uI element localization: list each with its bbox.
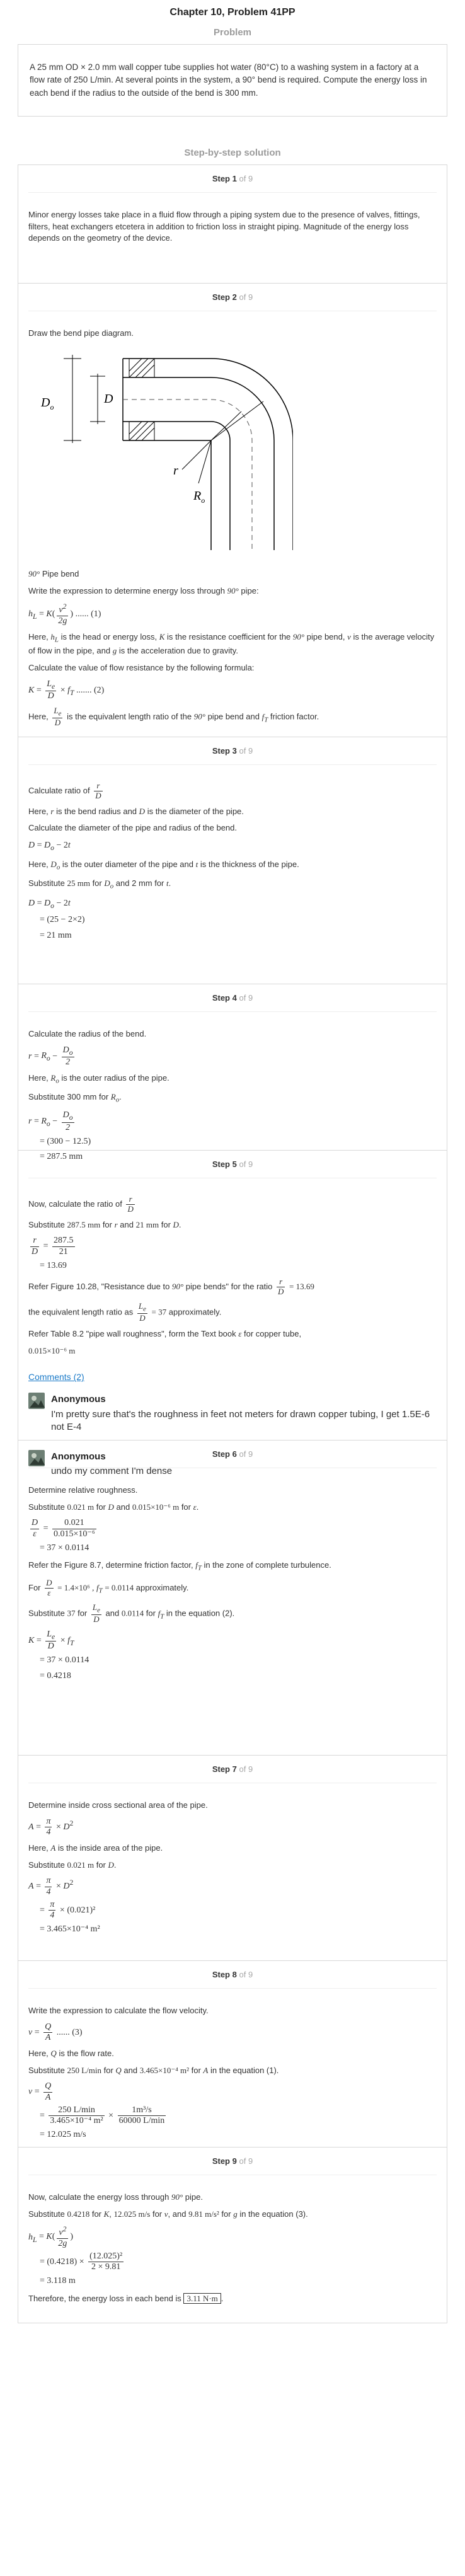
step-4-eq-1: r = Ro − Do 2: [28, 1045, 74, 1067]
step-6: Step 6 of 9 Determine relative roughness…: [18, 1439, 447, 1755]
svg-text:Ro: Ro: [193, 489, 205, 505]
step-5-line-1: Now, calculate the ratio of rD: [28, 1193, 135, 1214]
final-answer-line: Therefore, the energy loss in each bend …: [28, 2292, 224, 2304]
step-6-line-2: Substitute 0.021 m for D and 0.015×10⁻⁶ …: [28, 1502, 199, 1512]
step-3-line-5: Substitute 25 mm for Do and 2 mm for t.: [28, 878, 171, 890]
step-4-line-2: Here, Ro is the outer radius of the pipe…: [28, 1072, 169, 1085]
comment-author: Anonymous: [51, 1451, 106, 1462]
problem-heading: Problem: [213, 27, 251, 38]
step-header: Step 2 of 9: [28, 284, 437, 311]
svg-text:Do: Do: [40, 396, 54, 411]
step-4-line-1: Calculate the radius of the bend.: [28, 1028, 147, 1038]
chapter-title: Chapter 10, Problem 41PP: [169, 7, 296, 18]
step-1: Step 1 of 9 Minor energy losses take pla…: [18, 164, 447, 283]
step-1-text: Minor energy losses take place in a flui…: [28, 209, 420, 243]
comment-text: I'm pretty sure that's the roughness in …: [51, 1409, 430, 1433]
step-3: Step 3 of 9 Calculate ratio of rD Here, …: [18, 736, 447, 984]
diagram-caption: 90° Pipe bend: [28, 569, 79, 579]
step-4-line-3: Substitute 300 mm for Ro.: [28, 1092, 122, 1104]
step-header: Step 4 of 9: [28, 984, 437, 1012]
avatar-icon: [28, 1449, 45, 1466]
step-8-line-3: Substitute 250 L/min for Q and 3.465×10⁻…: [28, 2065, 279, 2075]
equation-1: hL = K(v2 2g) ...... (1): [28, 602, 101, 626]
step-8-line-2: Here, Q is the flow rate.: [28, 2048, 114, 2058]
step-9: Step 9 of 9 Now, calculate the energy lo…: [18, 2146, 447, 2323]
step-7-eq-2: A = π4 × D2: [28, 1876, 74, 1897]
step-5-line-2: Substitute 287.5 mm for r and 21 mm for …: [28, 1219, 181, 1229]
step-2-line-1: Write the expression to determine energy…: [28, 586, 259, 596]
comment: Anonymous I'm pretty sure that's the rou…: [28, 1393, 437, 1441]
step-header: Step 8 of 9: [28, 1961, 437, 1989]
step-2-line-2: Here, hL is the head or energy loss, K i…: [28, 631, 435, 656]
step-6-line-5: Substitute 37 for Le D and 0.0114 for fT …: [28, 1602, 235, 1624]
steps-list: Step 1 of 9 Minor energy losses take pla…: [18, 164, 447, 2323]
step-5-eq-1: rD = 287.5 21: [30, 1236, 75, 1256]
step-2-intro: Draw the bend pipe diagram.: [28, 328, 134, 338]
comments-link[interactable]: Comments (2): [28, 1371, 84, 1383]
step-3-line-3: Calculate the diameter of the pipe and r…: [28, 823, 237, 833]
step-8: Step 8 of 9 Write the expression to calc…: [18, 1960, 447, 2147]
step-2: Step 2 of 9 Draw the bend pipe diagram. …: [18, 282, 447, 737]
step-3-line-1: Calculate ratio of rD: [28, 780, 103, 800]
step-8-line-1: Write the expression to calculate the fl…: [28, 2005, 209, 2015]
step-9-line-2: Substitute 0.4218 for K, 12.025 m/s for …: [28, 2209, 308, 2219]
problem-statement: A 25 mm OD × 2.0 mm wall copper tube sup…: [18, 44, 447, 117]
equation-3: v = QA ...... (3): [28, 2021, 83, 2042]
step-6-eq-1: Dε = 0.021 0.015×10⁻⁶: [30, 1518, 96, 1539]
step-7-line-3: Substitute 0.021 m for D.: [28, 1860, 117, 1870]
svg-text:r: r: [173, 464, 178, 478]
step-6-line-3: Refer the Figure 8.7, determine friction…: [28, 1560, 331, 1572]
step-5-line-6: 0.015×10⁻⁶ m: [28, 1345, 76, 1355]
step-6-line-4: For Dε = 1.4×10⁶ , fT = 0.0114 approxima…: [28, 1578, 189, 1598]
step-7-eq-1: A = π4 × D2: [28, 1816, 74, 1837]
step-2-line-3: Calculate the value of flow resistance b…: [28, 663, 255, 673]
step-header: Step 7 of 9: [28, 1756, 437, 1783]
step-3-eq-2: D = Do − 2t: [28, 898, 71, 910]
step-3-line-2: Here, r is the bend radius and D is the …: [28, 806, 244, 816]
step-3-line-4: Here, Do is the outer diameter of the pi…: [28, 860, 299, 871]
comment-author: Anonymous: [51, 1394, 106, 1405]
problem-text: A 25 mm OD × 2.0 mm wall copper tube sup…: [30, 62, 427, 98]
step-header: Step 1 of 9: [28, 165, 437, 193]
step-5-line-3: Refer Figure 10.28, "Resistance due to 9…: [28, 1276, 314, 1296]
svg-text:D: D: [103, 392, 113, 406]
step-9-eq-1: hL = K(v2 2g): [28, 2225, 74, 2249]
avatar-icon: [28, 1393, 45, 1410]
comment-text: undo my comment I'm dense: [51, 1466, 173, 1477]
step-7-line-1: Determine inside cross sectional area of…: [28, 1800, 208, 1810]
step-4: Step 4 of 9 Calculate the radius of the …: [18, 983, 447, 1161]
equation-2: K = Le D × fT ....... (2): [28, 679, 105, 701]
step-header: Step 9 of 9: [28, 2148, 437, 2175]
step-8-eq-2: v = QA: [28, 2081, 53, 2102]
step-7-line-2: Here, A is the inside area of the pipe.: [28, 1843, 163, 1853]
step-9-line-1: Now, calculate the energy loss through 9…: [28, 2192, 203, 2202]
final-answer: 3.11 N·m: [183, 2292, 221, 2304]
step-2-line-4: Here, Le D is the equivalent length ratio…: [28, 706, 319, 728]
step-4-eq-2: r = Ro − Do 2: [28, 1110, 74, 1132]
step-header: Step 3 of 9: [28, 737, 437, 765]
step-6-eq-2: K = Le D × fT: [28, 1630, 74, 1652]
step-5: Step 5 of 9 Now, calculate the ratio of …: [18, 1149, 447, 1476]
step-3-eq-1: D = Do − 2t: [28, 841, 71, 853]
step-header: Step 5 of 9: [28, 1151, 437, 1178]
solution-page: Chapter 10, Problem 41PP Problem A 25 mm…: [0, 0, 465, 2323]
solution-heading: Step-by-step solution: [184, 147, 281, 158]
step-6-line-1: Determine relative roughness.: [28, 1485, 138, 1495]
pipe-bend-diagram: Do D r Ro: [40, 354, 294, 550]
step-7: Step 7 of 9 Determine inside cross secti…: [18, 1754, 447, 1960]
step-5-line-5: Refer Table 8.2 "pipe wall roughness", f…: [28, 1328, 302, 1338]
step-5-line-4: the equivalent length ratio as Le D = 37 …: [28, 1301, 222, 1323]
